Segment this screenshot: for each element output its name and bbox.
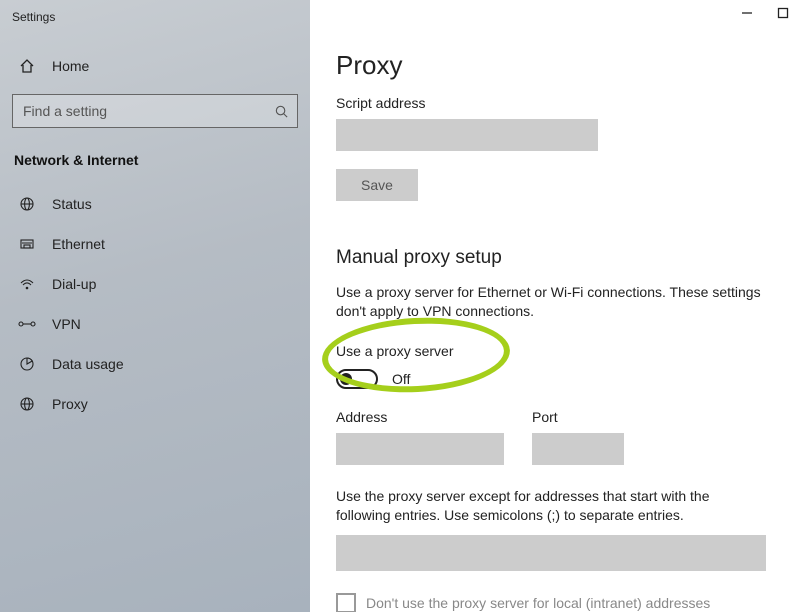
toggle-knob — [340, 373, 352, 385]
use-proxy-state: Off — [392, 371, 410, 387]
manual-proxy-description: Use a proxy server for Ethernet or Wi-Fi… — [336, 283, 766, 321]
globe-icon — [18, 196, 36, 212]
search-input[interactable] — [23, 103, 274, 119]
vpn-icon — [18, 318, 36, 330]
sidebar-item-label: Dial-up — [52, 276, 96, 292]
nav-home-label: Home — [52, 58, 89, 74]
sidebar-item-vpn[interactable]: VPN — [0, 304, 310, 344]
sidebar-section-title: Network & Internet — [0, 128, 310, 178]
ethernet-icon — [18, 236, 36, 252]
sidebar-nav: Status Ethernet Dial-up VPN Data usage — [0, 178, 310, 424]
search-box[interactable] — [12, 94, 298, 128]
script-address-input[interactable] — [336, 119, 598, 151]
manual-proxy-heading: Manual proxy setup — [336, 247, 774, 269]
home-icon — [18, 58, 36, 74]
search-container — [12, 94, 298, 128]
sidebar-item-label: Status — [52, 196, 92, 212]
sidebar-item-proxy[interactable]: Proxy — [0, 384, 310, 424]
sidebar-item-label: Proxy — [52, 396, 88, 412]
address-label: Address — [336, 409, 504, 425]
use-proxy-label: Use a proxy server — [336, 343, 774, 359]
sidebar: Settings Home Network & Internet Status … — [0, 0, 310, 612]
script-address-label: Script address — [336, 95, 774, 111]
sidebar-item-dialup[interactable]: Dial-up — [0, 264, 310, 304]
exceptions-description: Use the proxy server except for addresse… — [336, 487, 766, 525]
sidebar-item-status[interactable]: Status — [0, 184, 310, 224]
proxy-icon — [18, 396, 36, 412]
maximize-button[interactable] — [776, 6, 790, 20]
dialup-icon — [18, 276, 36, 292]
sidebar-item-label: Data usage — [52, 356, 124, 372]
search-icon — [274, 104, 289, 119]
datausage-icon — [18, 356, 36, 372]
exceptions-input[interactable] — [336, 535, 766, 571]
address-input[interactable] — [336, 433, 504, 465]
page-title: Proxy — [336, 50, 774, 81]
sidebar-item-datausage[interactable]: Data usage — [0, 344, 310, 384]
use-proxy-block: Use a proxy server Off — [336, 343, 774, 389]
sidebar-item-label: VPN — [52, 316, 81, 332]
app-name: Settings — [0, 10, 310, 24]
main-content: Proxy Script address Save Manual proxy s… — [310, 0, 800, 612]
port-label: Port — [532, 409, 624, 425]
port-input[interactable] — [532, 433, 624, 465]
nav-home[interactable]: Home — [0, 44, 310, 88]
use-proxy-toggle[interactable] — [336, 369, 378, 389]
save-button[interactable]: Save — [336, 169, 418, 201]
sidebar-item-label: Ethernet — [52, 236, 105, 252]
sidebar-item-ethernet[interactable]: Ethernet — [0, 224, 310, 264]
minimize-button[interactable] — [740, 6, 754, 20]
bypass-local-label: Don't use the proxy server for local (in… — [366, 595, 710, 611]
window-controls — [740, 6, 790, 20]
bypass-local-checkbox[interactable] — [336, 593, 356, 612]
